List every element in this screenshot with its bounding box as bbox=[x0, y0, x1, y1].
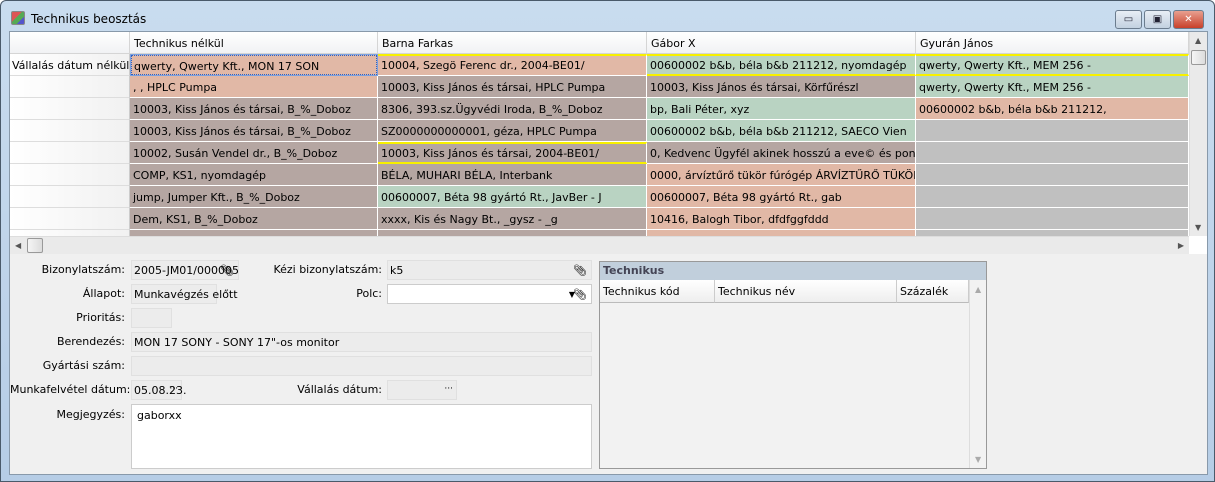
grid-cell[interactable] bbox=[916, 208, 1189, 230]
schedule-grid: Technikus nélkül Barna Farkas Gábor X Gyurá… bbox=[10, 32, 1207, 254]
gyartasi-label: Gyártási szám: bbox=[42, 359, 125, 372]
paperclip-icon[interactable]: 📎︎ bbox=[573, 264, 587, 277]
corner-header bbox=[10, 32, 130, 54]
row-header[interactable] bbox=[10, 76, 130, 98]
grid-cell[interactable]: 0, Kedvenc Ügyfél akinek hosszú a eve© é… bbox=[647, 142, 916, 164]
grid-cell[interactable]: 00600002 b&b, béla b&b 211212, SAECO Vie… bbox=[647, 120, 916, 142]
grid-cell[interactable]: 00600002 b&b, béla b&b 211212, nyomdagép bbox=[647, 54, 916, 76]
vallalas-date-field[interactable]: ··· bbox=[387, 380, 457, 400]
grid-cell[interactable]: qwerty, Qwerty Kft., MEM 256 - bbox=[916, 76, 1189, 98]
grid-cell[interactable]: bp, Bali Péter, xyz bbox=[647, 98, 916, 120]
column-header-technikus-nev[interactable]: Technikus név bbox=[715, 280, 897, 303]
column-header[interactable]: Gábor X bbox=[647, 32, 916, 54]
minimize-button[interactable]: ▭ bbox=[1115, 10, 1142, 29]
column-header-szazalek[interactable]: Százalék bbox=[897, 280, 969, 303]
scroll-left-icon[interactable]: ◀ bbox=[15, 241, 21, 250]
technikus-panel-title: Technikus bbox=[600, 262, 986, 280]
grid-vscrollbar[interactable]: ▲ ▼ bbox=[1189, 32, 1207, 236]
row-header[interactable] bbox=[10, 142, 130, 164]
row-header[interactable] bbox=[10, 98, 130, 120]
grid-cell[interactable]: 10416, Balogh Tibor, dfdfggfddd bbox=[647, 208, 916, 230]
kezi-bizonylatszam-field[interactable]: k5 📎︎ bbox=[387, 260, 592, 280]
scroll-down-icon[interactable]: ▼ bbox=[975, 455, 981, 464]
grid-cell[interactable]: 00600007, Béta 98 gyártó Rt., JavBer - J bbox=[378, 186, 647, 208]
prioritas-label: Prioritás: bbox=[76, 311, 125, 324]
grid-cell[interactable]: 10003, Kiss János és társai, Körfűrészl bbox=[647, 76, 916, 98]
grid-cell[interactable]: 8306, 393.sz.Ügyvédi Iroda, B_%_Doboz bbox=[378, 98, 647, 120]
munkafelvetel-date-field[interactable]: 05.08.23. ··· bbox=[131, 380, 186, 400]
scroll-up-icon[interactable]: ▲ bbox=[975, 285, 981, 294]
polc-dropdown[interactable]: ▼ 📎︎ bbox=[387, 284, 592, 304]
allapot-field: Munkavégzés előtt bbox=[131, 284, 238, 304]
ellipsis-button[interactable]: ··· bbox=[444, 384, 453, 394]
window-title: Technikus beosztás bbox=[31, 12, 147, 26]
technikus-panel: Technikus Technikus kód Technikus név Sz… bbox=[599, 261, 987, 469]
column-header[interactable]: Gyurán János bbox=[916, 32, 1189, 54]
grid-cell[interactable]: 10003, Kiss János és társai, 2004-BE01/ bbox=[378, 142, 647, 164]
app-icon bbox=[11, 11, 25, 25]
berendezes-label: Berendezés: bbox=[56, 335, 125, 348]
ellipsis-button[interactable]: ··· bbox=[169, 384, 178, 394]
grid-cell[interactable]: BÉLA, MUHARI BÉLA, Interbank bbox=[378, 164, 647, 186]
column-header-technikus-kod[interactable]: Technikus kód bbox=[600, 280, 715, 303]
paperclip-icon[interactable]: 📎︎ bbox=[220, 264, 234, 277]
row-header[interactable] bbox=[10, 120, 130, 142]
scroll-right-icon[interactable]: ▶ bbox=[1178, 241, 1184, 250]
column-header[interactable]: Technikus nélkül bbox=[130, 32, 378, 54]
main-window: Technikus beosztás ▭ ▣ ✕ Technikus nélkü… bbox=[0, 0, 1215, 482]
grid-cell[interactable]: 10002, Susán Vendel dr., B_%_Doboz bbox=[130, 142, 378, 164]
grid-cell[interactable]: 10003, Kiss János és társai, B_%_Doboz bbox=[130, 120, 378, 142]
grid-cell[interactable] bbox=[916, 120, 1189, 142]
polc-label: Polc: bbox=[356, 287, 382, 300]
kezi-value: k5 bbox=[390, 264, 404, 277]
grid-cell[interactable]: 00600002 b&b, béla b&b 211212, bbox=[916, 98, 1189, 120]
grid-cell[interactable]: COMP, KS1, nyomdagép bbox=[130, 164, 378, 186]
grid-cell[interactable]: 0000, árvíztűrő tükör fúrógép ÁRVÍZTŰRŐ … bbox=[647, 164, 916, 186]
scroll-thumb[interactable] bbox=[1191, 50, 1206, 65]
bizonylatszam-field[interactable]: 2005-JM01/000005 📎︎ bbox=[131, 260, 239, 280]
bizonylatszam-label: Bizonylatszám: bbox=[41, 263, 125, 276]
column-header[interactable]: Barna Farkas bbox=[378, 32, 647, 54]
grid-cell[interactable]: 10003, Kiss János és társai, HPLC Pumpa bbox=[378, 76, 647, 98]
scroll-thumb[interactable] bbox=[27, 238, 43, 253]
client-area: Technikus nélkül Barna Farkas Gábor X Gyurá… bbox=[9, 31, 1208, 475]
kezi-label: Kézi bizonylatszám: bbox=[273, 263, 382, 276]
scroll-up-icon[interactable]: ▲ bbox=[1195, 36, 1201, 45]
technikus-vscrollbar[interactable]: ▲ ▼ bbox=[969, 280, 986, 468]
grid-cell[interactable] bbox=[916, 186, 1189, 208]
grid-cell[interactable]: 00600007, Béta 98 gyártó Rt., gab bbox=[647, 186, 916, 208]
grid-cell[interactable]: jump, Jumper Kft., B_%_Doboz bbox=[130, 186, 378, 208]
prioritas-field[interactable] bbox=[131, 308, 172, 328]
grid-cell[interactable] bbox=[916, 164, 1189, 186]
paperclip-icon[interactable]: 📎︎ bbox=[573, 288, 587, 301]
grid-cell[interactable]: 10003, Kiss János és társai, B_%_Doboz bbox=[130, 98, 378, 120]
grid-cell[interactable]: Dem, KS1, B_%_Doboz bbox=[130, 208, 378, 230]
grid-cell[interactable]: qwerty, Qwerty Kft., MEM 256 - bbox=[916, 54, 1189, 76]
berendezes-field[interactable]: MON 17 SONY - SONY 17"-os monitor bbox=[131, 332, 592, 352]
grid-cell[interactable]: , , HPLC Pumpa bbox=[130, 76, 378, 98]
row-header[interactable] bbox=[10, 208, 130, 230]
grid-cell[interactable]: xxxx, Kis és Nagy Bt., _gysz - _g bbox=[378, 208, 647, 230]
row-header[interactable] bbox=[10, 186, 130, 208]
grid-hscrollbar[interactable]: ◀ ▶ bbox=[10, 236, 1189, 254]
megjegyzes-label: Megjegyzés: bbox=[56, 408, 125, 421]
grid-cell[interactable] bbox=[916, 142, 1189, 164]
grid-cell[interactable]: SZ0000000000001, géza, HPLC Pumpa bbox=[378, 120, 647, 142]
allapot-label: Állapot: bbox=[82, 287, 125, 300]
maximize-button[interactable]: ▣ bbox=[1144, 10, 1171, 29]
megjegyzes-textarea[interactable]: gaborxx bbox=[131, 404, 592, 469]
vallalas-label: Vállalás dátum: bbox=[297, 383, 382, 396]
grid-cell[interactable]: qwerty, Qwerty Kft., MON 17 SON bbox=[130, 54, 378, 76]
gyartasi-szam-field[interactable] bbox=[131, 356, 592, 376]
close-button[interactable]: ✕ bbox=[1173, 10, 1204, 29]
row-header[interactable]: Vállalás dátum nélkül bbox=[10, 54, 130, 76]
grid-cell[interactable]: 10004, Szegö Ferenc dr., 2004-BE01/ bbox=[378, 54, 647, 76]
munkafelvetel-label: Munkafelvétel dátum: bbox=[10, 383, 131, 396]
munkafelvetel-value: 05.08.23. bbox=[134, 384, 187, 397]
row-header[interactable] bbox=[10, 164, 130, 186]
scroll-down-icon[interactable]: ▼ bbox=[1195, 223, 1201, 232]
